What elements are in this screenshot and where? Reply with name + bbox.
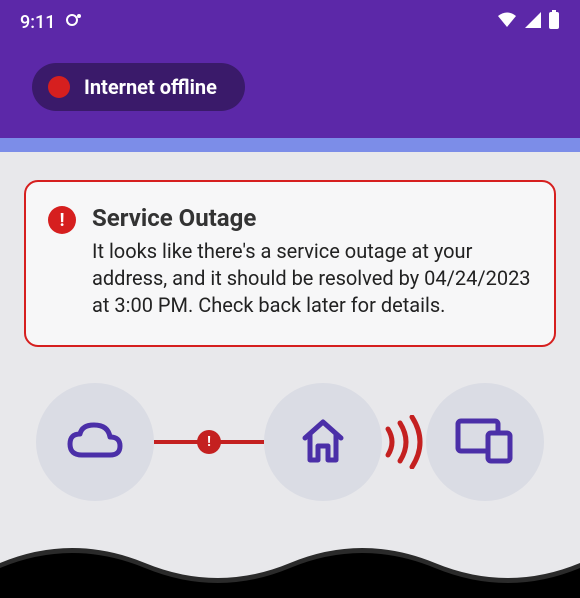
internet-node[interactable] <box>36 383 154 501</box>
alert-icon: ! <box>48 206 76 234</box>
connection-status-pill[interactable]: Internet offline <box>32 63 245 111</box>
status-bar: 9:11 <box>0 0 580 35</box>
alert-body: It looks like there's a service outage a… <box>92 238 532 319</box>
app-header: 9:11 Internet offline <box>0 0 580 138</box>
alert-title: Service Outage <box>92 204 532 232</box>
network-path-diagram: ! <box>24 383 556 501</box>
wifi-icon <box>496 11 518 34</box>
connection-error-link: ! <box>154 440 264 444</box>
status-time: 9:11 <box>20 12 55 33</box>
connection-error-icon: ! <box>197 430 221 454</box>
home-node[interactable] <box>264 383 382 501</box>
decorative-wave <box>0 528 580 598</box>
connection-status-label: Internet offline <box>84 75 217 99</box>
cloud-icon <box>64 419 126 465</box>
wifi-signal-icon <box>382 415 426 469</box>
main-content: ! Service Outage It looks like there's a… <box>0 152 580 529</box>
home-icon <box>293 410 353 474</box>
devices-node[interactable] <box>426 383 544 501</box>
cellular-icon <box>524 11 542 34</box>
battery-icon <box>548 10 560 35</box>
notification-icon <box>65 11 83 34</box>
divider-strip <box>0 138 580 152</box>
service-outage-alert: ! Service Outage It looks like there's a… <box>24 180 556 347</box>
devices-icon <box>452 415 518 469</box>
status-dot-icon <box>48 76 70 98</box>
